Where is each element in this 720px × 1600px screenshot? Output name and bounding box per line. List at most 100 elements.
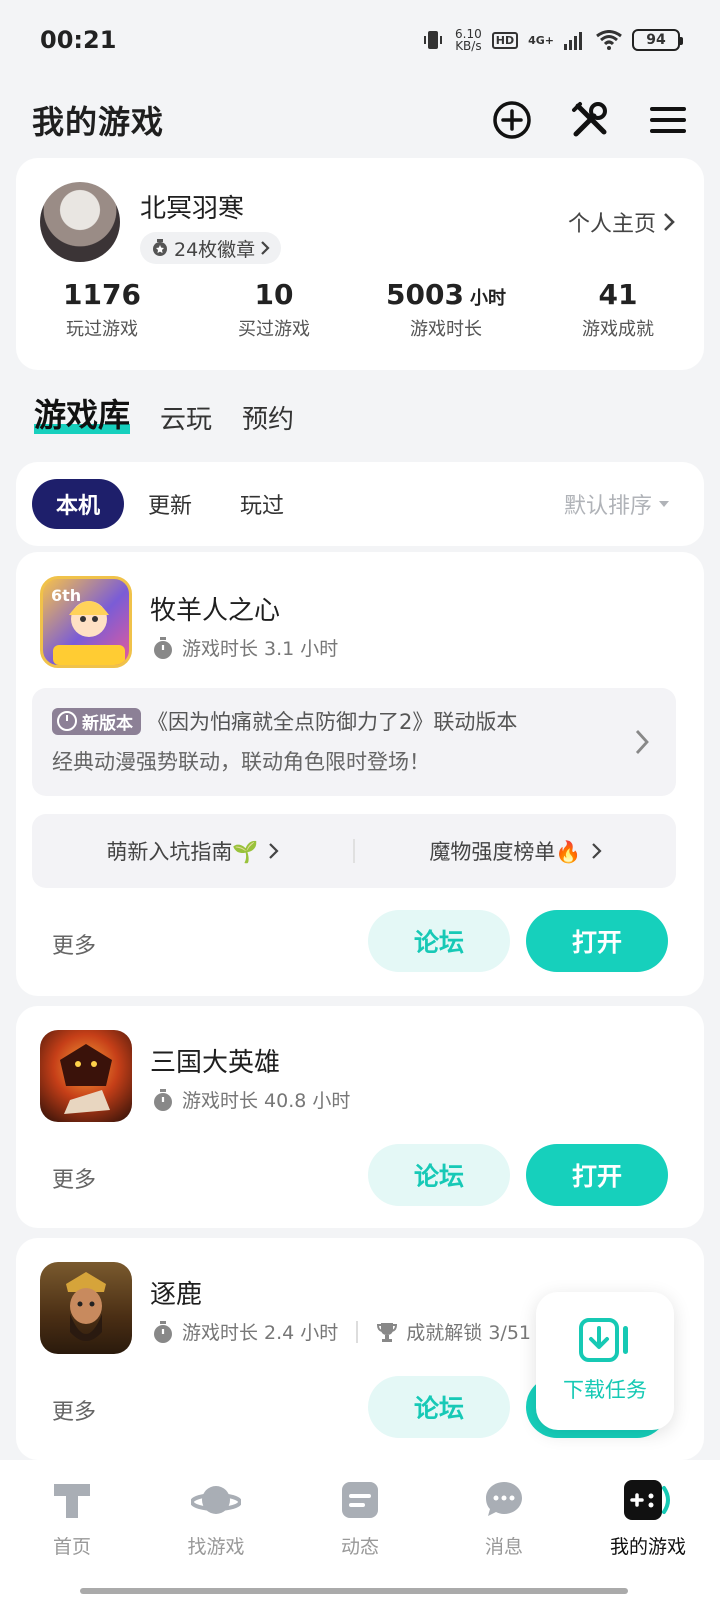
profile-card: 北冥羽寒 24枚徽章 个人主页 1176 玩过游戏 10 买过游戏 5003 小时… — [16, 158, 704, 370]
download-tasks-label: 下载任务 — [563, 1378, 647, 1402]
guide-ranking-link[interactable]: 魔物强度榜单🔥 — [355, 836, 676, 866]
gamepad-icon — [624, 1480, 670, 1520]
open-button[interactable]: 打开 — [526, 910, 668, 972]
filter-played[interactable]: 玩过 — [216, 479, 308, 529]
header-actions — [492, 100, 688, 140]
status-bar: 00:21 6.10 KB/s HD 4G+ 94 — [0, 0, 720, 80]
wifi-icon — [596, 30, 622, 50]
nav-label: 消息 — [484, 1536, 523, 1558]
stat-label: 游戏成就 — [582, 319, 654, 340]
stats-row: 1176 玩过游戏 10 买过游戏 5003 小时 游戏时长 41 游戏成就 — [16, 278, 704, 341]
playtime: 游戏时长 2.4 小时 — [182, 1322, 339, 1344]
game-card: 三国大英雄 游戏时长 40.8 小时 更多 论坛 打开 — [16, 1006, 704, 1228]
feed-icon — [342, 1482, 378, 1518]
badge-pill[interactable]: 24枚徽章 — [140, 232, 282, 264]
bottom-nav: 首页 找游戏 动态 消息 我的游戏 — [0, 1460, 720, 1600]
stat-value: 10 — [254, 278, 294, 311]
stat-value: 5003 — [386, 278, 464, 311]
game-meta: 游戏时长 40.8 小时 — [152, 1086, 350, 1113]
game-art-icon: 6th — [51, 586, 125, 665]
hd-badge: HD — [491, 31, 519, 49]
playtime: 游戏时长 3.1 小时 — [182, 638, 339, 660]
nav-my-games[interactable]: 我的游戏 — [576, 1478, 720, 1600]
promo-description: 经典动漫强势联动，联动角色限时登场！ — [52, 750, 430, 774]
filter-local[interactable]: 本机 — [32, 479, 125, 529]
net-speed: 6.10 KB/s — [455, 28, 482, 52]
game-icon[interactable] — [40, 1262, 132, 1354]
more-link[interactable]: 更多 — [52, 1162, 96, 1194]
tab-reserve[interactable]: 预约 — [242, 399, 294, 436]
game-art-icon — [66, 1272, 106, 1341]
power-icon — [57, 711, 77, 731]
nav-home[interactable]: 首页 — [0, 1478, 144, 1600]
stat-purchased[interactable]: 10 买过游戏 — [188, 278, 360, 341]
download-tasks-button[interactable]: 下载任务 — [536, 1292, 674, 1430]
game-title: 牧羊人之心 — [150, 596, 281, 626]
chevron-right-icon — [591, 843, 602, 859]
home-indicator[interactable] — [80, 1588, 628, 1594]
signal-label: 4G+ — [528, 33, 554, 47]
stat-achievements[interactable]: 41 游戏成就 — [532, 278, 704, 341]
stat-playtime[interactable]: 5003 小时 游戏时长 — [360, 278, 532, 341]
game-card: 6th 牧羊人之心 游戏时长 3.1 小时 新版本 《因为怕痛就全点防御力了2》… — [16, 552, 704, 996]
tab-label: 云玩 — [160, 405, 213, 435]
planet-icon — [191, 1486, 241, 1514]
stat-label: 玩过游戏 — [66, 319, 138, 340]
nav-label: 首页 — [52, 1536, 91, 1558]
playtime: 游戏时长 40.8 小时 — [182, 1090, 351, 1112]
menu-icon[interactable] — [648, 100, 688, 140]
filter-bar: 本机 更新 玩过 默认排序 — [16, 462, 704, 546]
promo-banner[interactable]: 新版本 《因为怕痛就全点防御力了2》联动版本 经典动漫强势联动，联动角色限时登场… — [32, 688, 676, 796]
svg-text:6th: 6th — [51, 586, 81, 605]
more-link[interactable]: 更多 — [52, 928, 96, 960]
promo-title: 《因为怕痛就全点防御力了2》联动版本 — [147, 710, 518, 734]
guide-newbie-link[interactable]: 萌新入坑指南🌱 — [32, 836, 353, 866]
open-button[interactable]: 打开 — [526, 1144, 668, 1206]
home-icon — [54, 1484, 90, 1518]
stat-played[interactable]: 1176 玩过游戏 — [16, 278, 188, 341]
vibrate-icon — [424, 31, 443, 49]
forum-button[interactable]: 论坛 — [368, 910, 510, 972]
stopwatch-icon — [154, 1320, 172, 1343]
filter-updates[interactable]: 更新 — [124, 479, 216, 529]
forum-button[interactable]: 论坛 — [368, 1376, 510, 1438]
nav-feed[interactable]: 动态 — [288, 1478, 432, 1600]
homepage-link[interactable]: 个人主页 — [568, 206, 676, 238]
nav-label: 我的游戏 — [609, 1536, 686, 1558]
forum-button[interactable]: 论坛 — [368, 1144, 510, 1206]
add-icon[interactable] — [492, 100, 532, 140]
tab-label: 预约 — [242, 405, 295, 435]
tab-label: 游戏库 — [34, 396, 131, 434]
main-tabs: 游戏库 云玩 预约 — [34, 390, 294, 436]
medal-icon — [153, 239, 167, 256]
nav-discover[interactable]: 找游戏 — [144, 1478, 288, 1600]
chevron-right-icon — [664, 213, 675, 231]
caret-down-icon — [659, 501, 669, 507]
chat-icon — [486, 1482, 522, 1516]
guide-label: 萌新入坑指南🌱 — [106, 840, 259, 864]
chevron-right-icon — [268, 843, 279, 859]
page-title: 我的游戏 — [32, 103, 165, 141]
new-version-tag: 新版本 — [52, 707, 141, 735]
signal-icon — [564, 32, 582, 50]
nav-messages[interactable]: 消息 — [432, 1478, 576, 1600]
stopwatch-icon — [154, 1088, 172, 1111]
header: 我的游戏 — [0, 80, 720, 160]
sort-label: 默认排序 — [563, 494, 652, 519]
tab-library[interactable]: 游戏库 — [34, 390, 131, 436]
trophy-icon — [377, 1322, 398, 1342]
avatar[interactable] — [40, 182, 120, 262]
more-link[interactable]: 更多 — [52, 1394, 96, 1426]
stat-label: 游戏时长 — [410, 319, 482, 340]
tab-cloud[interactable]: 云玩 — [160, 399, 212, 436]
badge-count: 24枚徽章 — [174, 238, 256, 261]
homepage-link-label: 个人主页 — [567, 212, 656, 237]
sort-dropdown[interactable]: 默认排序 — [564, 488, 670, 520]
chevron-right-icon — [635, 730, 649, 754]
status-icons: 6.10 KB/s HD 4G+ 94 — [421, 28, 683, 52]
game-icon[interactable] — [40, 1030, 132, 1122]
tools-icon[interactable] — [570, 100, 610, 140]
game-title: 逐鹿 — [150, 1280, 203, 1310]
game-icon[interactable]: 6th — [40, 576, 132, 668]
achievement-progress: 成就解锁 3/51 — [406, 1322, 532, 1344]
